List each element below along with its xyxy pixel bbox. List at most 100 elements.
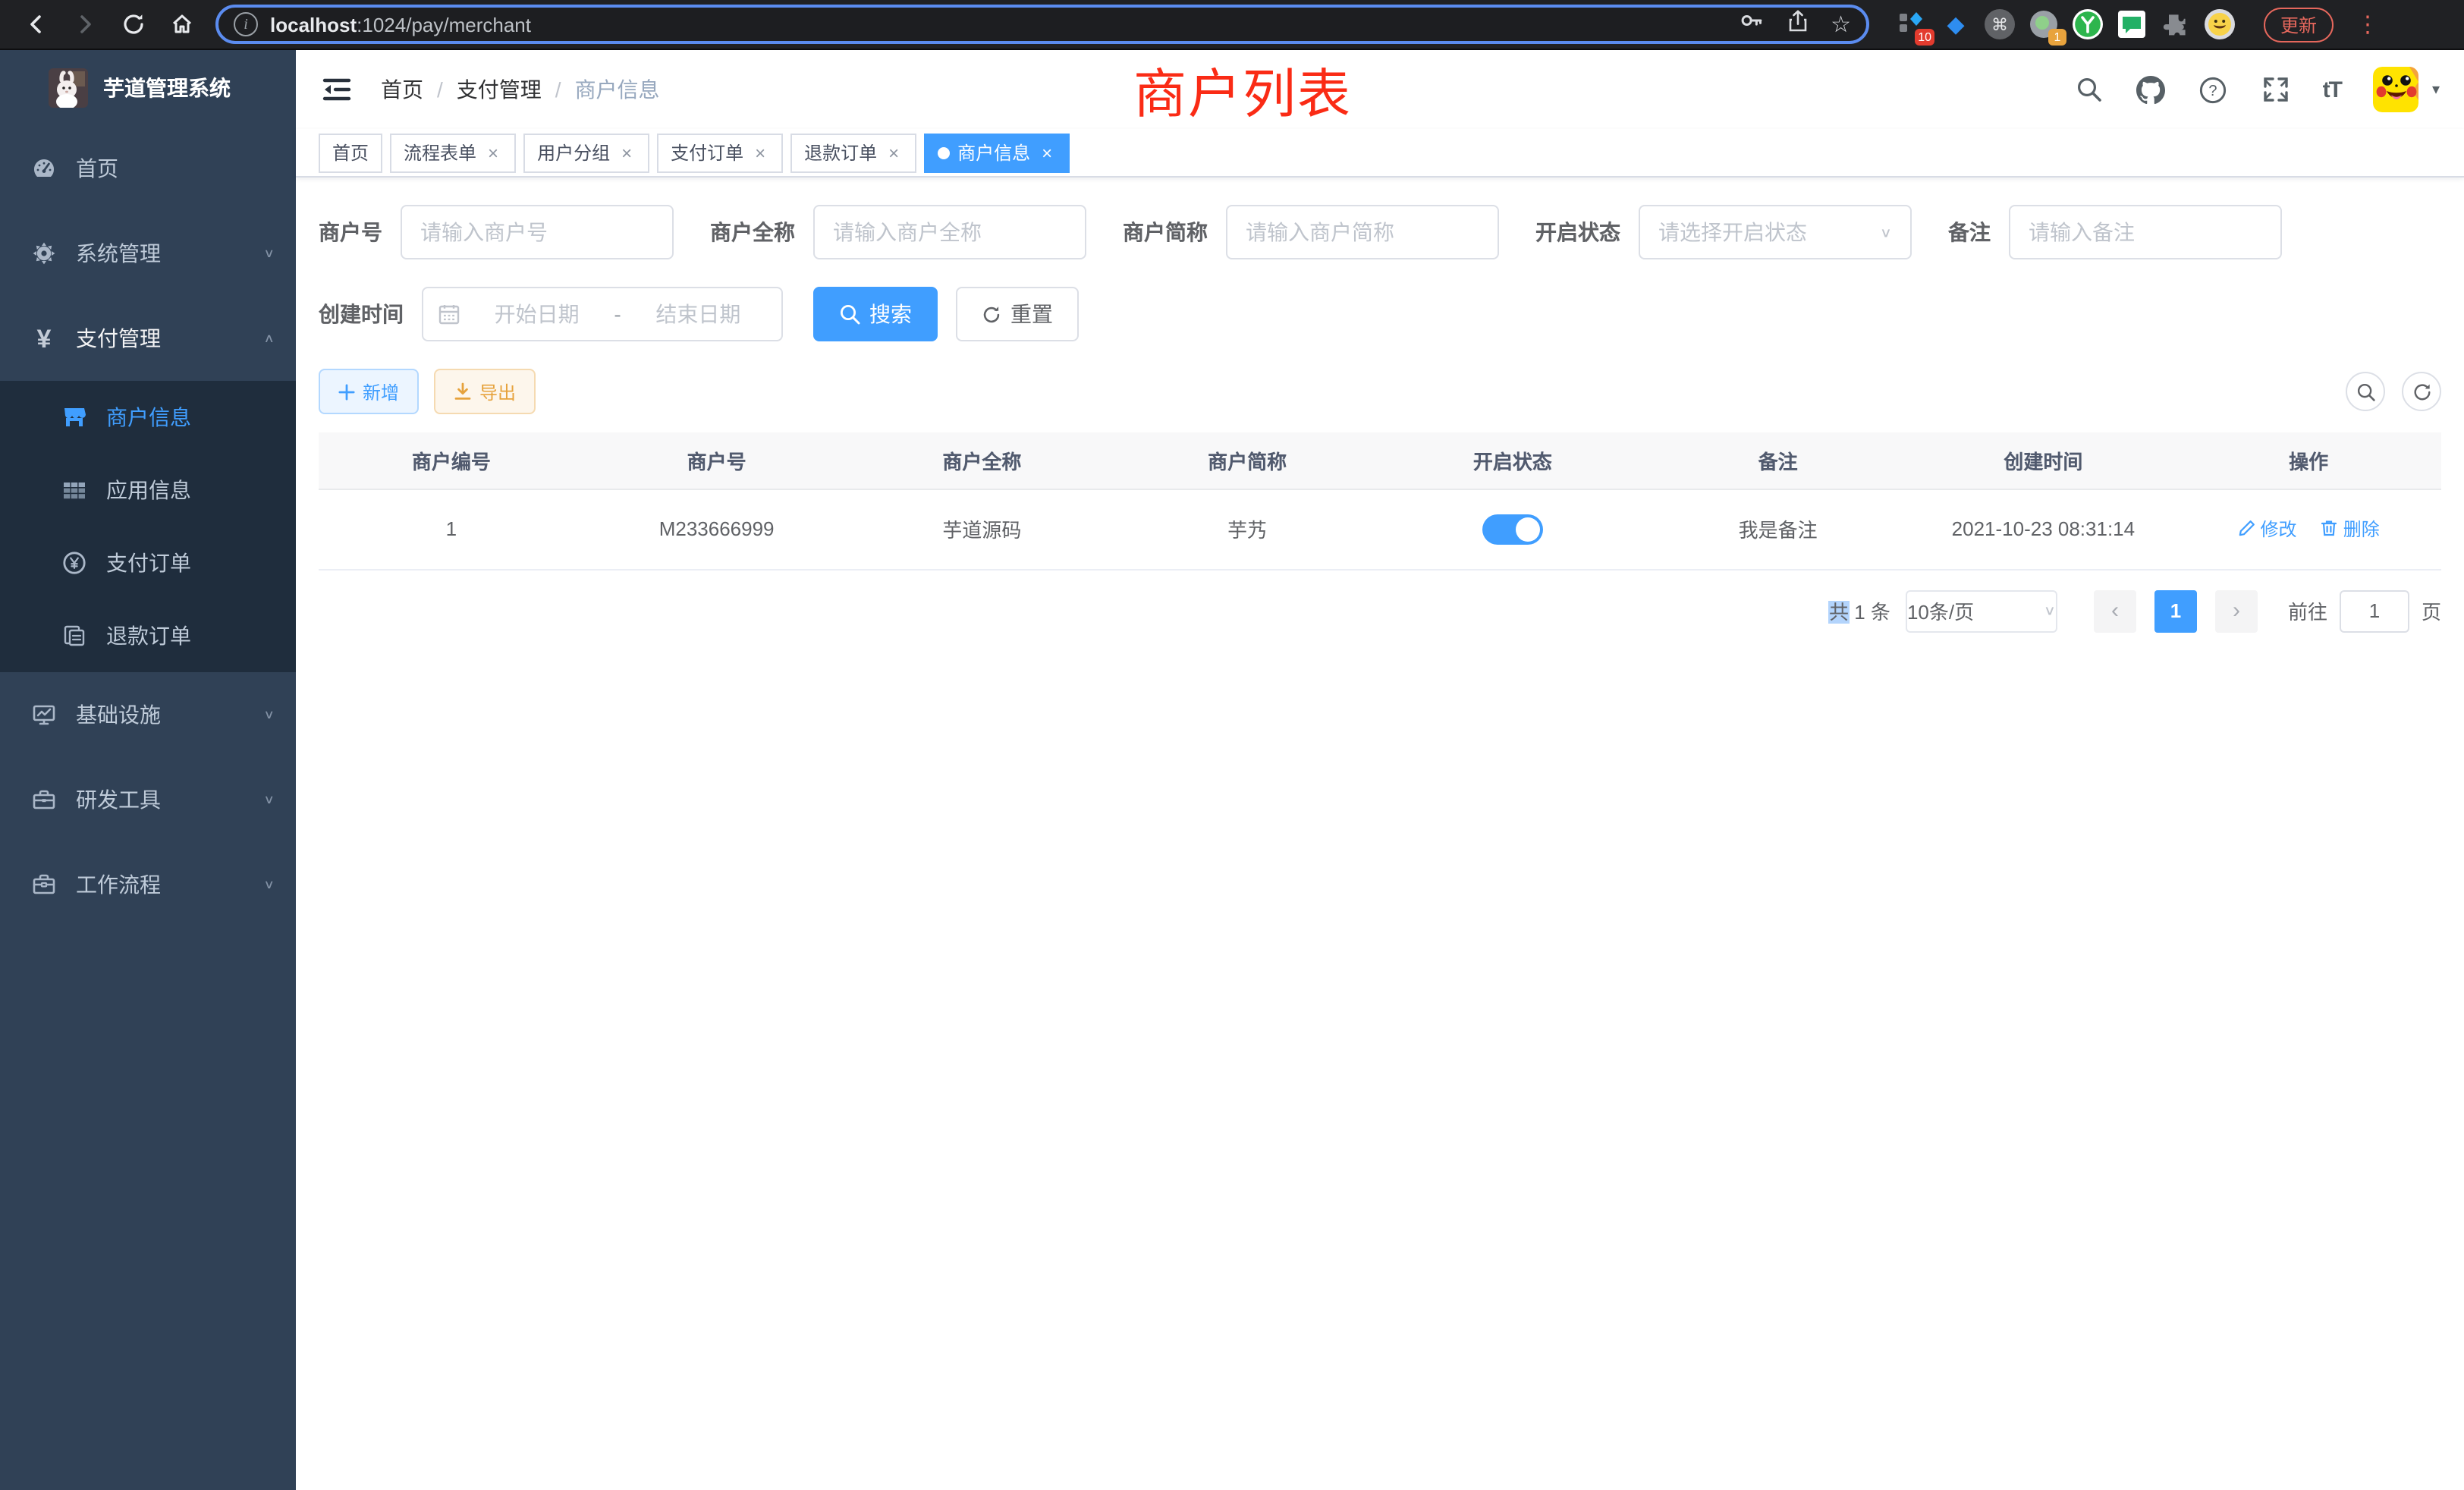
avatar-caret-icon[interactable]: ▾ xyxy=(2432,81,2440,98)
app-frame: 芋道管理系统 首页 系统管理 ∨ ¥ 支付管理 ∧ xyxy=(0,50,2464,1490)
search-icon[interactable] xyxy=(2074,74,2104,105)
filter-label: 开启状态 xyxy=(1535,217,1639,247)
app-title: 芋道管理系统 xyxy=(103,73,231,103)
chevron-up-icon: ∧ xyxy=(263,332,275,345)
breadcrumb-separator: / xyxy=(555,77,561,102)
remark-input[interactable] xyxy=(2009,205,2282,259)
sidebar-item-label: 首页 xyxy=(76,153,275,184)
cell-status xyxy=(1380,489,1645,569)
close-icon[interactable]: × xyxy=(484,135,502,171)
user-avatar[interactable] xyxy=(2373,67,2418,112)
sidebar-item-label: 系统管理 xyxy=(76,238,263,269)
full-name-input[interactable] xyxy=(813,205,1086,259)
sidebar-item-dev-tools[interactable]: 研发工具 ∨ xyxy=(0,757,296,842)
yen-circle-icon xyxy=(61,551,88,575)
sidebar-collapse-icon[interactable] xyxy=(320,73,354,106)
filter-merchant-no: 商户号 xyxy=(319,205,674,259)
sidebar-item-label: 基础设施 xyxy=(76,699,263,730)
emoji-avatar-icon[interactable] xyxy=(2205,9,2235,39)
puzzle-extensions-icon[interactable] xyxy=(2161,9,2191,39)
tab-refund-order[interactable]: 退款订单× xyxy=(790,134,916,173)
extension-blocks-icon[interactable]: 10 xyxy=(1897,9,1927,39)
app-logo-row[interactable]: 芋道管理系统 xyxy=(0,50,296,126)
home-icon[interactable] xyxy=(161,3,203,46)
cell-merchant-id: 1 xyxy=(319,489,584,569)
edit-link[interactable]: 修改 xyxy=(2237,516,2296,542)
reload-icon[interactable] xyxy=(112,3,155,46)
close-icon[interactable]: × xyxy=(885,135,903,171)
status-select[interactable]: ∨ xyxy=(1639,205,1912,259)
github-icon[interactable] xyxy=(2136,74,2167,105)
extension-y-icon[interactable] xyxy=(2073,9,2103,39)
column-header: 商户号 xyxy=(584,432,850,489)
sidebar-item-home[interactable]: 首页 xyxy=(0,126,296,211)
status-toggle[interactable] xyxy=(1482,514,1543,544)
add-button[interactable]: 新增 xyxy=(319,369,419,414)
merchant-no-input[interactable] xyxy=(401,205,674,259)
page-size-select[interactable]: 10条/页∨ xyxy=(1906,589,2057,632)
sidebar-item-system[interactable]: 系统管理 ∨ xyxy=(0,211,296,296)
close-icon[interactable]: × xyxy=(618,135,636,171)
reset-button[interactable]: 重置 xyxy=(956,287,1079,341)
pay-submenu: 商户信息 应用信息 支付订单 xyxy=(0,381,296,672)
back-icon[interactable] xyxy=(15,3,58,46)
tab-merchant-info[interactable]: 商户信息× xyxy=(924,134,1070,173)
cell-actions: 修改 删除 xyxy=(2176,489,2441,569)
next-page-button[interactable]: › xyxy=(2215,589,2258,632)
sidebar-item-infra[interactable]: 基础设施 ∨ xyxy=(0,672,296,757)
breadcrumb-pay[interactable]: 支付管理 xyxy=(457,74,542,105)
browser-menu-icon[interactable]: ⋮ xyxy=(2356,11,2378,38)
extension-badge: 10 xyxy=(1915,29,1934,46)
top-navbar: 首页 / 支付管理 / 商户信息 ? xyxy=(296,50,2464,129)
sidebar-item-merchant-info[interactable]: 商户信息 xyxy=(0,381,296,454)
help-icon[interactable]: ? xyxy=(2198,74,2229,105)
tab-user-group[interactable]: 用户分组× xyxy=(523,134,649,173)
tab-process-form[interactable]: 流程表单× xyxy=(390,134,516,173)
goto-page-input[interactable] xyxy=(2340,589,2409,632)
browser-update-button[interactable]: 更新 xyxy=(2264,7,2334,42)
search-button[interactable]: 搜索 xyxy=(813,287,938,341)
close-icon[interactable]: × xyxy=(1038,135,1056,171)
sidebar-item-refund-order[interactable]: 退款订单 xyxy=(0,599,296,672)
extension-command-icon[interactable]: ⌘ xyxy=(1985,9,2015,39)
chevron-down-icon: ∨ xyxy=(263,708,275,721)
app-logo-rabbit xyxy=(49,68,88,108)
password-key-icon[interactable] xyxy=(1738,8,1764,41)
font-size-icon[interactable]: tT xyxy=(2323,77,2341,102)
sidebar-item-pay-order[interactable]: 支付订单 xyxy=(0,527,296,599)
table-row: 1 M233666999 芋道源码 芋艿 我是备注 2021-10-23 08:… xyxy=(319,489,2441,569)
fullscreen-icon[interactable] xyxy=(2261,74,2291,105)
prev-page-button[interactable]: ‹ xyxy=(2094,589,2136,632)
breadcrumb-home[interactable]: 首页 xyxy=(381,74,423,105)
extension-chat-icon[interactable] xyxy=(2117,9,2147,39)
export-button[interactable]: 导出 xyxy=(434,369,536,414)
close-icon[interactable]: × xyxy=(751,135,769,171)
tab-home[interactable]: 首页 xyxy=(319,134,382,173)
sidebar-item-app-info[interactable]: 应用信息 xyxy=(0,454,296,527)
site-info-icon[interactable]: i xyxy=(234,12,258,36)
svg-text:?: ? xyxy=(2209,82,2217,99)
delete-link[interactable]: 删除 xyxy=(2321,516,2380,542)
tab-pay-order[interactable]: 支付订单× xyxy=(657,134,783,173)
breadcrumb-current: 商户信息 xyxy=(575,74,660,105)
table-header-row: 商户编号 商户号 商户全称 商户简称 开启状态 备注 创建时间 操作 xyxy=(319,432,2441,489)
pagination: 共 1 条 10条/页∨ ‹ 1 › 前往 页 xyxy=(319,589,2441,632)
extension-gem-icon[interactable]: ◆ xyxy=(1941,9,1971,39)
filter-label: 商户简称 xyxy=(1123,217,1226,247)
extension-circle-icon[interactable]: 1 xyxy=(2029,9,2059,39)
bookmark-star-icon[interactable]: ☆ xyxy=(1831,11,1851,38)
short-name-input[interactable] xyxy=(1226,205,1499,259)
share-icon[interactable] xyxy=(1785,8,1809,40)
refresh-icon[interactable] xyxy=(2402,372,2441,411)
documents-icon xyxy=(61,624,88,648)
sidebar-item-label: 退款订单 xyxy=(106,621,275,651)
url-bar[interactable]: i localhost:1024/pay/merchant ☆ xyxy=(215,5,1869,44)
forward-icon[interactable] xyxy=(64,3,106,46)
hide-search-icon[interactable] xyxy=(2346,372,2385,411)
sidebar-item-workflow[interactable]: 工作流程 ∨ xyxy=(0,842,296,927)
page-number-current[interactable]: 1 xyxy=(2154,589,2197,632)
sidebar-item-pay[interactable]: ¥ 支付管理 ∧ xyxy=(0,296,296,381)
cell-create-time: 2021-10-23 08:31:14 xyxy=(1911,489,2176,569)
date-range-picker[interactable]: 开始日期 - 结束日期 xyxy=(422,287,783,341)
column-header: 创建时间 xyxy=(1911,432,2176,489)
